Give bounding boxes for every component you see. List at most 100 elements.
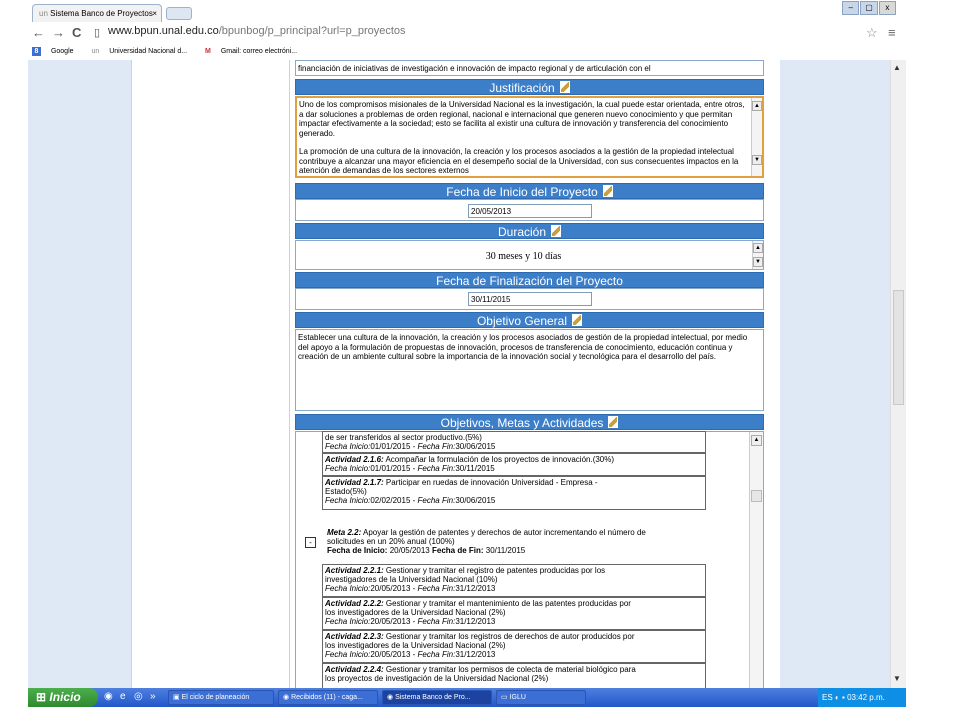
activity-text: Acompañar la formulación de los proyecto… — [385, 455, 615, 464]
section-title: Duración — [497, 225, 547, 239]
scroll-thumb[interactable] — [893, 290, 904, 405]
tab-title: Sistema Banco de Proyectos — [50, 9, 153, 18]
ie-quicklaunch-icon[interactable]: e — [120, 691, 126, 702]
bookmark-gmail[interactable]: M Gmail: correo electróni... — [205, 48, 305, 55]
oma-scrollbar[interactable]: ▲ — [749, 432, 763, 689]
page-scrollbar[interactable]: ▲ ▼ — [890, 60, 906, 688]
bookmark-star-icon[interactable]: ☆ — [866, 25, 878, 41]
network-icon[interactable]: ◐ — [835, 693, 840, 702]
taskbar-label: Recibidos (11) - caga... — [291, 694, 363, 701]
windows-taskbar: ⊞ Inicio ◉ e ◎ » ▣ El ciclo de planeació… — [28, 688, 906, 707]
more-quicklaunch-icon[interactable]: » — [150, 691, 156, 702]
tab-close-icon[interactable]: × — [152, 5, 157, 22]
close-icon[interactable]: x — [878, 1, 896, 15]
page-background-right — [780, 60, 890, 688]
activity-item: Actividad 2.2.3: Gestionar y tramitar lo… — [322, 630, 706, 663]
activity-text: de ser transferidos al sector productivo… — [325, 433, 482, 442]
bookmark-label: Google — [50, 48, 74, 55]
volume-icon[interactable]: ▪ — [842, 693, 845, 702]
taskbar-item-recibidos[interactable]: ◉ Recibidos (11) - caga... — [278, 690, 378, 705]
clock[interactable]: 03:42 p.m. — [847, 693, 885, 702]
fecha-inicio-value: 01/01/2015 — [370, 464, 411, 473]
activity-text: Gestionar y tramitar los registros de de… — [385, 632, 635, 641]
edit-icon[interactable] — [608, 416, 619, 428]
bookmark-google[interactable]: 8 Google — [32, 46, 82, 56]
fecha-inicio-label: Fecha Inicio: — [325, 442, 371, 451]
separator: - — [410, 584, 418, 593]
activity-item: Actividad 2.2.4: Gestionar y tramitar lo… — [322, 663, 706, 688]
scroll-down-icon[interactable]: ▼ — [893, 674, 901, 683]
reload-icon[interactable]: C — [72, 25, 81, 40]
fecha-inicio-value: 02/02/2015 — [370, 496, 411, 505]
fecha-inicio-label: Fecha Inicio: — [325, 464, 371, 473]
objetivo-general-header: Objetivo General — [295, 312, 764, 328]
fecha-inicio-value: 01/01/2015 — [370, 442, 411, 451]
separator: - — [410, 617, 418, 626]
objetivos-metas-header: Objetivos, Metas y Actividades — [295, 414, 764, 430]
new-tab-button[interactable] — [166, 7, 192, 20]
forward-arrow-icon[interactable]: → — [52, 25, 65, 40]
justificacion-p1: Uno de los compromisos misionales de la … — [299, 100, 745, 138]
page-icon: ▯ — [94, 27, 101, 39]
fecha-fin-value: 30/11/2015 — [455, 464, 495, 473]
left-panel — [131, 60, 290, 688]
back-arrow-icon[interactable]: ← — [32, 25, 45, 40]
scroll-down-icon[interactable]: ▼ — [753, 257, 763, 267]
activity-text: los investigadores de la Universidad Nac… — [325, 641, 506, 650]
duracion-scrollbar[interactable]: ▲ ▼ — [752, 241, 763, 269]
meta-text: solicitudes en un 20% anual (100%) — [327, 537, 455, 546]
justificacion-scrollbar[interactable]: ▲ ▼ — [751, 98, 762, 176]
fecha-inicio-input[interactable]: 20/05/2013 — [468, 204, 592, 218]
edit-icon[interactable] — [602, 185, 613, 197]
scroll-up-icon[interactable]: ▲ — [751, 435, 762, 446]
windows-flag-icon: ⊞ — [36, 690, 47, 704]
top-text: financiación de iniciativas de investiga… — [298, 64, 651, 73]
fecha-fin-value: 30/11/2015 — [485, 546, 526, 555]
fecha-fin-label: Fecha Fin: — [417, 496, 456, 505]
fecha-fin-value: 31/12/2013 — [455, 617, 496, 626]
address-bar[interactable]: www.bpun.unal.edu.co/bpunbog/p_principal… — [108, 25, 406, 37]
taskbar-label: IGLU — [509, 694, 526, 701]
browser-toolbar: ← → C ▯ www.bpun.unal.edu.co/bpunbog/p_p… — [28, 22, 906, 45]
duracion-box[interactable]: 30 meses y 10 días ▲ ▼ — [295, 240, 764, 270]
language-indicator[interactable]: ES — [822, 693, 833, 702]
collapse-toggle[interactable]: - — [305, 537, 316, 548]
maximize-icon[interactable]: ▢ — [860, 1, 878, 15]
activity-item: Actividad 2.2.2: Gestionar y tramitar el… — [322, 597, 706, 630]
edit-icon[interactable] — [551, 225, 562, 237]
menu-icon[interactable]: ≡ — [888, 25, 896, 40]
justificacion-p2: La promoción de una cultura de la innova… — [299, 147, 739, 175]
activity-head: Actividad 2.2.3: — [325, 632, 384, 641]
scroll-up-icon[interactable]: ▲ — [893, 63, 901, 72]
start-button[interactable]: ⊞ Inicio — [28, 688, 98, 707]
fecha-fin-input[interactable]: 30/11/2015 — [468, 292, 592, 306]
media-quicklaunch-icon[interactable]: ◎ — [134, 691, 143, 702]
justificacion-textarea[interactable]: Uno de los compromisos misionales de la … — [295, 96, 764, 178]
start-label: Inicio — [49, 690, 81, 704]
objetivos-textarea-partial[interactable]: financiación de iniciativas de investiga… — [295, 60, 764, 76]
section-title: Fecha de Finalización del Proyecto — [436, 274, 623, 288]
browser-tab[interactable]: un Sistema Banco de Proyectos × — [32, 4, 162, 22]
folder-icon: ▭ — [501, 694, 508, 701]
bookmarks-bar: 8 Google un Universidad Nacional d... M … — [28, 44, 906, 60]
taskbar-item-banco[interactable]: ◉ Sistema Banco de Pro... — [382, 690, 492, 705]
edit-icon[interactable] — [559, 81, 570, 93]
system-tray: ES ◐ ▪ 03:42 p.m. — [818, 688, 906, 707]
meta-head: Meta 2.2: — [327, 528, 362, 537]
edit-icon[interactable] — [572, 314, 583, 326]
document-icon: ▣ — [173, 694, 180, 701]
scroll-down-icon[interactable]: ▼ — [752, 155, 762, 165]
scroll-up-icon[interactable]: ▲ — [753, 243, 763, 253]
chrome-quicklaunch-icon[interactable]: ◉ — [104, 691, 113, 702]
activity-item: Actividad 2.1.7: Participar en ruedas de… — [322, 476, 706, 510]
scroll-up-icon[interactable]: ▲ — [752, 101, 762, 111]
section-title: Justificación — [489, 81, 555, 95]
taskbar-item-iglu[interactable]: ▭ IGLU — [496, 690, 586, 705]
scroll-thumb[interactable] — [751, 490, 762, 502]
minimize-icon[interactable]: – — [842, 1, 860, 15]
fecha-inicio-label: Fecha Inicio: — [325, 617, 371, 626]
taskbar-item-ciclo[interactable]: ▣ El ciclo de planeación — [168, 690, 274, 705]
objetivo-general-textarea[interactable]: Establecer una cultura de la innovación,… — [295, 329, 764, 411]
duracion-value: 30 meses y 10 días — [485, 251, 562, 262]
bookmark-unal[interactable]: un Universidad Nacional d... — [91, 48, 195, 55]
